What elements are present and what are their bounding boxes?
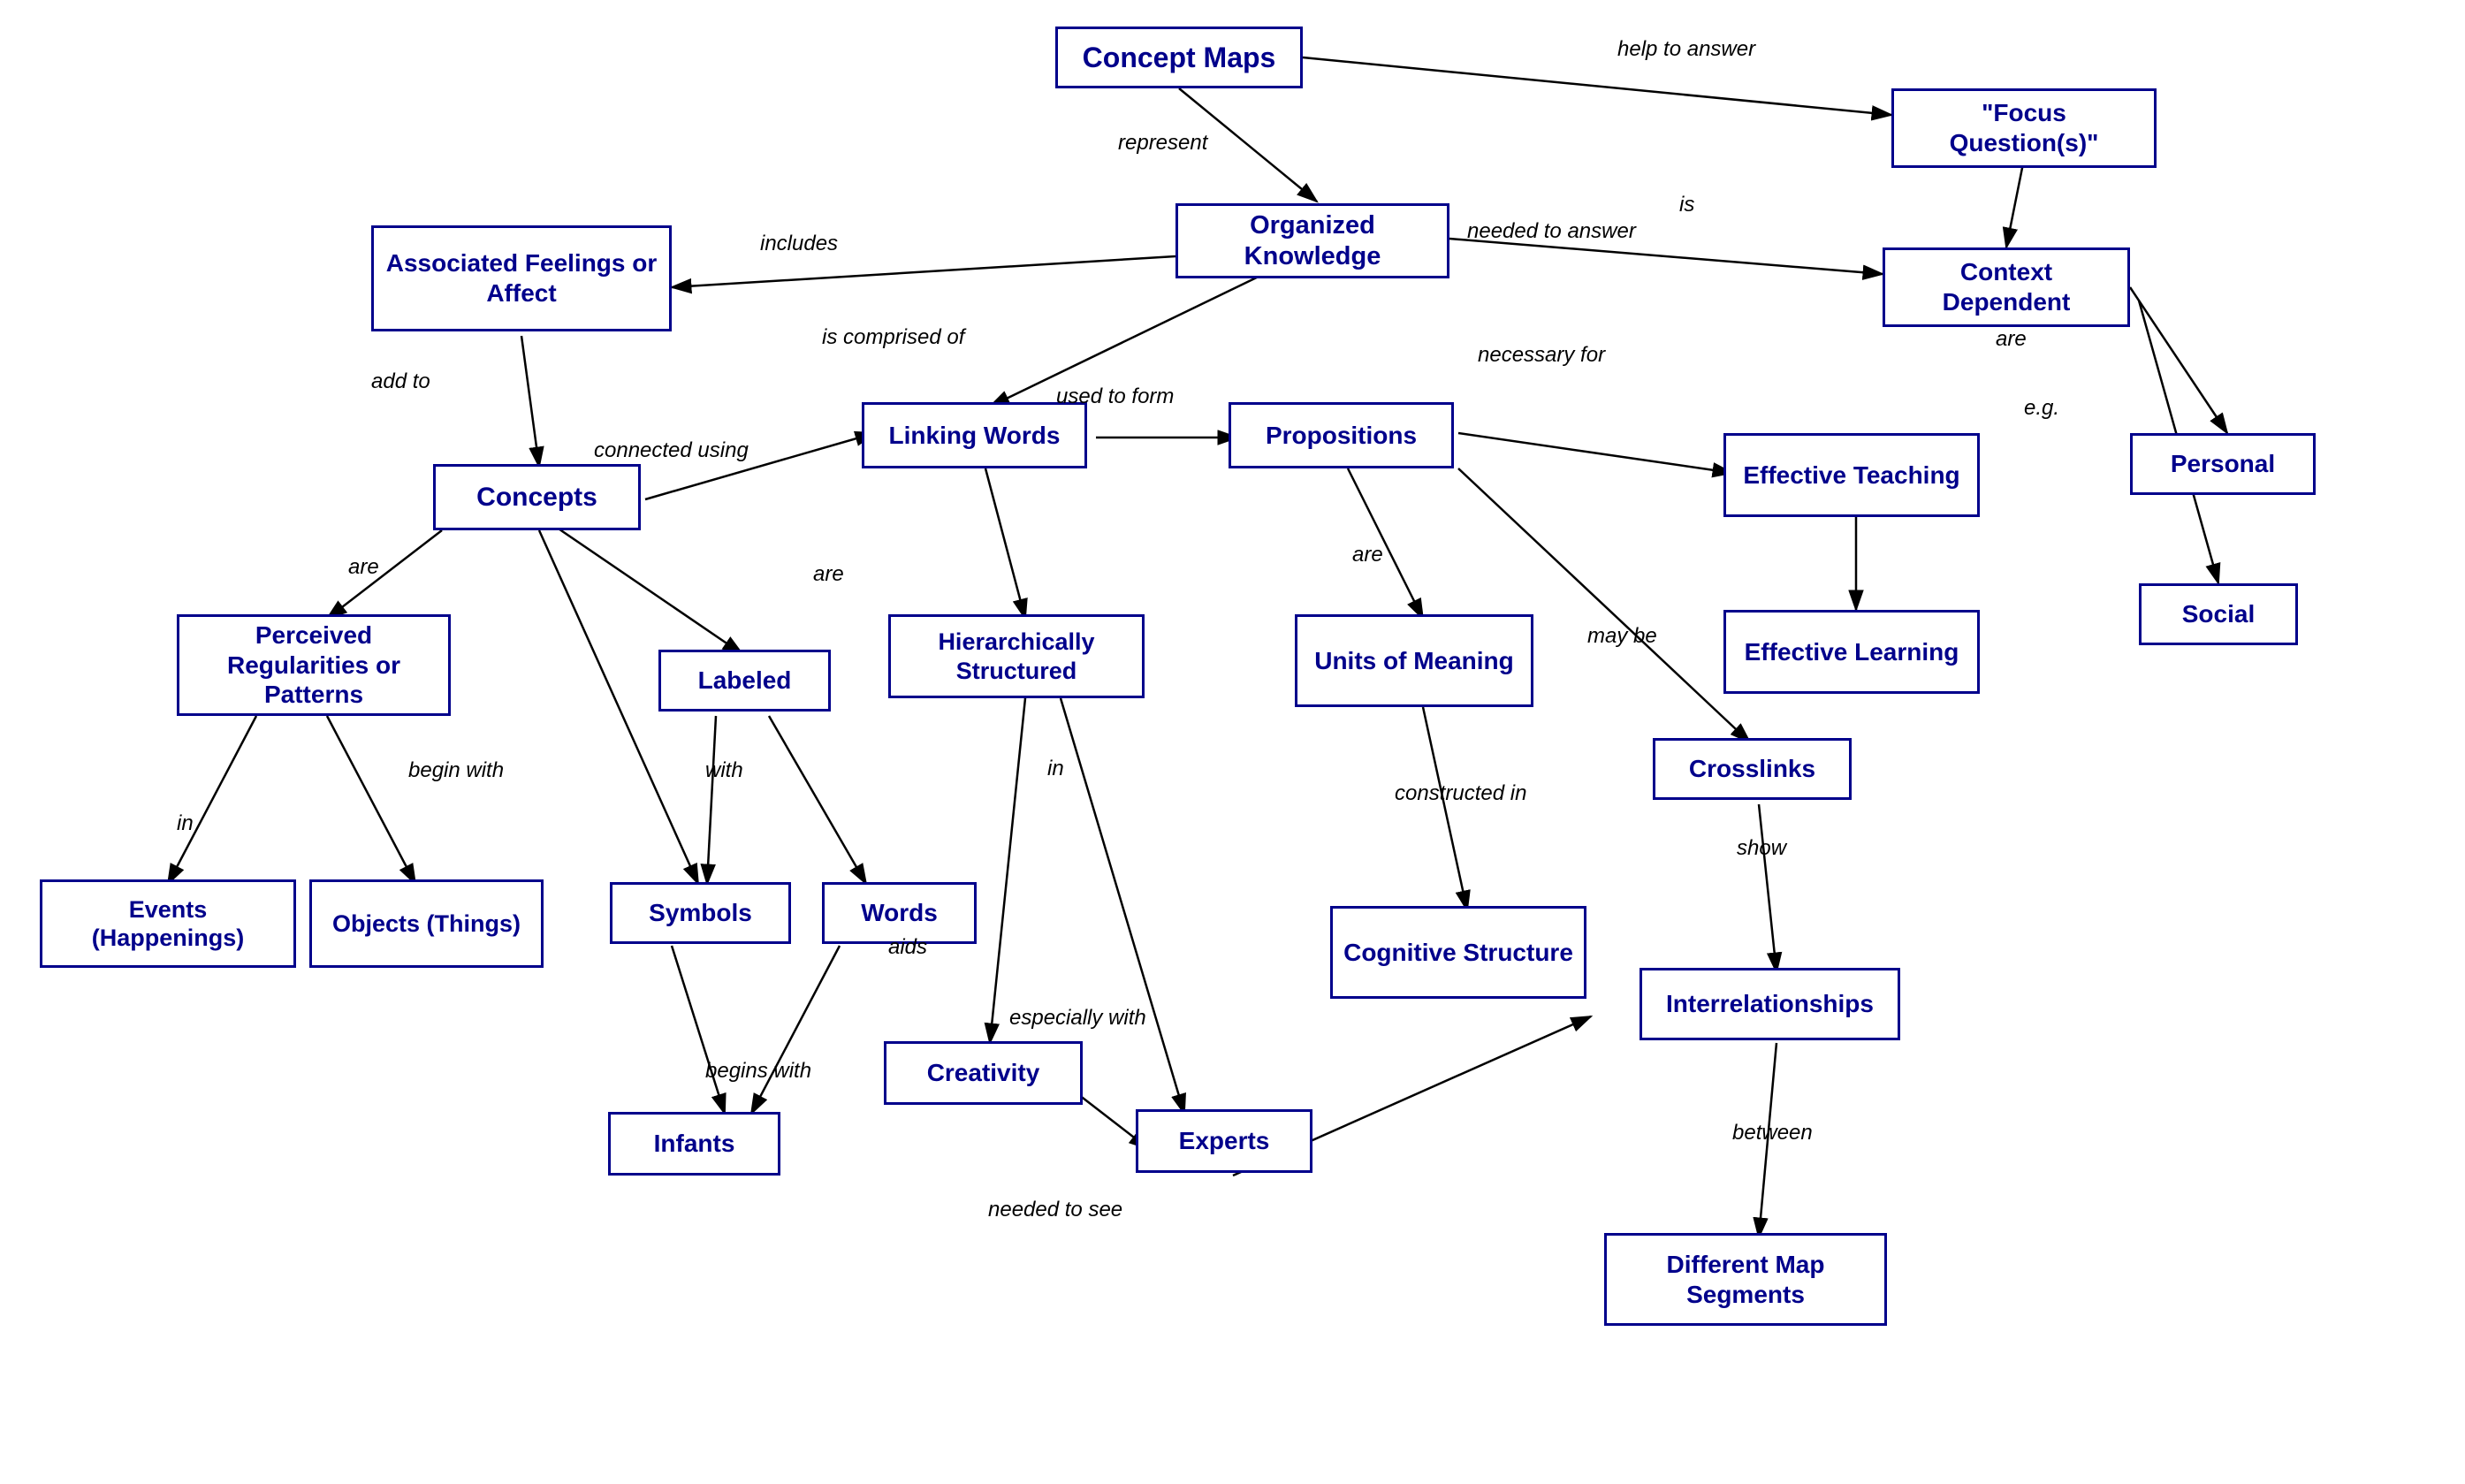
label-add-to: add to	[371, 369, 430, 394]
node-propositions: Propositions	[1229, 402, 1454, 468]
label-are-hier: are	[813, 562, 844, 587]
concept-map: Concept Maps "Focus Question(s)" Organiz…	[0, 0, 2465, 1484]
label-eg: e.g.	[2024, 396, 2059, 421]
node-infants: Infants	[608, 1112, 780, 1176]
node-units-of-meaning: Units of Meaning	[1295, 614, 1533, 707]
label-is: is	[1679, 193, 1694, 217]
label-includes: includes	[760, 232, 838, 256]
label-between: between	[1732, 1121, 1813, 1145]
node-linking-words: Linking Words	[862, 402, 1087, 468]
label-begin-with: begin with	[408, 758, 504, 783]
node-hierarchically-structured: Hierarchically Structured	[888, 614, 1145, 698]
node-perceived-regularities: Perceived Regularities or Patterns	[177, 614, 451, 716]
label-are-perceived: are	[348, 555, 379, 580]
node-social: Social	[2139, 583, 2298, 645]
node-personal: Personal	[2130, 433, 2316, 495]
label-are-context: are	[1996, 327, 2027, 352]
label-may-be: may be	[1587, 624, 1657, 649]
node-cognitive-structure: Cognitive Structure	[1330, 906, 1586, 999]
label-constructed-in: constructed in	[1395, 781, 1526, 806]
label-begins-with: begins with	[705, 1059, 811, 1084]
label-help-to-answer: help to answer	[1617, 37, 1755, 62]
node-objects: Objects (Things)	[309, 879, 544, 968]
node-experts: Experts	[1136, 1109, 1312, 1173]
label-in-events: in	[177, 811, 194, 836]
label-needed-to-see: needed to see	[988, 1198, 1122, 1222]
node-labeled: Labeled	[658, 650, 831, 712]
label-used-to-form: used to form	[1056, 384, 1174, 409]
node-symbols: Symbols	[610, 882, 791, 944]
label-aids: aids	[888, 935, 927, 960]
node-concept-maps: Concept Maps	[1055, 27, 1303, 88]
label-show: show	[1737, 836, 1786, 861]
label-needed-to-answer: needed to answer	[1467, 219, 1636, 244]
label-represent: represent	[1118, 131, 1207, 156]
label-is-comprised-of: is comprised of	[822, 325, 964, 350]
label-in-hier: in	[1047, 757, 1064, 781]
node-effective-learning: Effective Learning	[1723, 610, 1980, 694]
node-organized-knowledge: Organized Knowledge	[1175, 203, 1449, 278]
node-associated-feelings: Associated Feelings or Affect	[371, 225, 672, 331]
label-are-units: are	[1352, 543, 1383, 567]
node-interrelationships: Interrelationships	[1640, 968, 1900, 1040]
label-especially-with: especially with	[1009, 1006, 1146, 1031]
node-different-map-segments: Different Map Segments	[1604, 1233, 1887, 1326]
label-connected-using: connected using	[594, 438, 749, 463]
node-events: Events (Happenings)	[40, 879, 296, 968]
label-with: with	[705, 758, 743, 783]
node-crosslinks: Crosslinks	[1653, 738, 1852, 800]
node-effective-teaching: Effective Teaching	[1723, 433, 1980, 517]
node-context-dependent: Context Dependent	[1883, 247, 2130, 327]
node-creativity: Creativity	[884, 1041, 1083, 1105]
label-necessary-for: necessary for	[1478, 343, 1605, 368]
node-concepts: Concepts	[433, 464, 641, 530]
node-focus-questions: "Focus Question(s)"	[1891, 88, 2157, 168]
